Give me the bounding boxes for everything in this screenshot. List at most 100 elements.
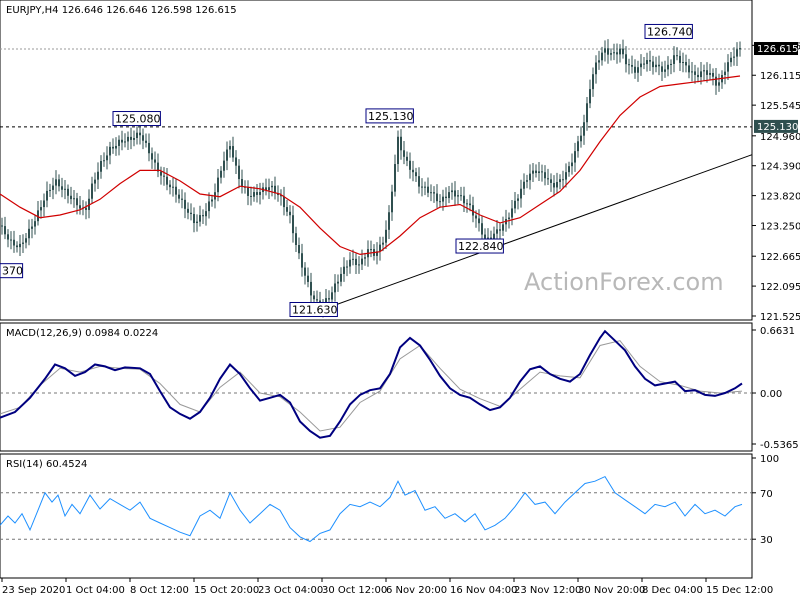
candle-body (136, 132, 138, 139)
candle-body (445, 196, 447, 199)
candle-body (112, 146, 114, 149)
macd-tick-label: 0.00 (760, 389, 782, 400)
x-tick-label: 16 Nov 04:00 (450, 585, 517, 596)
candle-body (589, 89, 591, 104)
price-annotation: 126.740 (647, 25, 693, 38)
candle-body (340, 273, 342, 282)
candle-body (241, 179, 243, 187)
candle-body (247, 187, 249, 196)
candle-body (331, 292, 333, 300)
candle-body (334, 283, 336, 293)
candle-body (109, 146, 111, 156)
candle-body (121, 139, 123, 143)
candle-body (697, 74, 699, 78)
candle-body (94, 179, 96, 184)
candle-body (343, 266, 345, 274)
candle-body (415, 172, 417, 177)
candle-body (679, 55, 681, 63)
candle-body (292, 215, 294, 234)
candle-body (712, 72, 714, 77)
candle-body (649, 60, 651, 62)
candle-body (463, 195, 465, 204)
candle-body (349, 259, 351, 267)
candle-body (169, 184, 171, 188)
eurjpy-chart: ActionForex.com 370 125.080 125.130 121.630… (0, 0, 800, 596)
price-tick-label: 125.545 (760, 101, 800, 112)
candle-body (328, 298, 330, 300)
candle-body (115, 145, 117, 149)
candle-body (454, 190, 456, 197)
candle-body (91, 183, 93, 199)
candle-body (229, 146, 231, 150)
candle-body (598, 60, 600, 63)
candle-body (484, 234, 486, 239)
candle-body (499, 229, 501, 231)
candle-body (124, 141, 126, 143)
candle-body (268, 187, 270, 191)
candle-body (346, 266, 348, 268)
candle-body (502, 224, 504, 231)
candle-body (586, 103, 588, 123)
candle-body (610, 53, 612, 55)
candle-body (256, 192, 258, 195)
candle-body (709, 72, 711, 75)
candle-body (481, 223, 483, 235)
candle-body (298, 245, 300, 254)
candle-body (718, 82, 720, 86)
candle-body (622, 48, 624, 55)
candle-body (655, 64, 657, 68)
candle-body (139, 132, 141, 136)
candle-body (34, 221, 36, 227)
price-tick-label: 122.095 (760, 282, 800, 293)
candle-body (736, 49, 738, 57)
candle-body (271, 185, 273, 188)
candle-body (385, 229, 387, 243)
candle-body (394, 164, 396, 192)
candle-body (355, 258, 357, 265)
candle-body (673, 55, 675, 64)
candle-body (631, 64, 633, 67)
candle-body (550, 179, 552, 183)
candle-body (541, 171, 543, 173)
candle-body (685, 62, 687, 66)
candle-body (22, 242, 24, 244)
candle-body (187, 208, 189, 213)
candle-body (676, 55, 678, 57)
candle-body (403, 150, 405, 157)
candle-body (166, 176, 168, 185)
candle-body (457, 195, 459, 197)
candle-body (52, 185, 54, 190)
candle-body (574, 151, 576, 163)
candle-body (40, 207, 42, 211)
candle-body (478, 218, 480, 224)
price-tag-label: 126.615 (757, 44, 798, 55)
candle-body (547, 178, 549, 180)
candle-body (79, 205, 81, 209)
candle-body (382, 242, 384, 245)
candle-body (727, 62, 729, 72)
candle-body (67, 188, 69, 196)
candle-body (145, 140, 147, 143)
candle-body (532, 170, 534, 174)
candle-body (580, 135, 582, 142)
price-tick-label: 122.665 (760, 252, 800, 263)
candle-body (304, 267, 306, 276)
candle-body (130, 136, 132, 140)
candle-body (703, 70, 705, 72)
candle-body (259, 191, 261, 195)
candle-body (556, 182, 558, 188)
candle-body (205, 211, 207, 217)
macd-header: MACD(12,26,9) 0.0984 0.0224 (6, 328, 158, 339)
candle-body (142, 135, 144, 141)
candle-body (283, 196, 285, 208)
candle-body (73, 198, 75, 200)
candle-body (196, 221, 198, 224)
candle-body (361, 258, 363, 265)
candle-body (427, 186, 429, 193)
candle-body (295, 233, 297, 246)
candle-body (538, 171, 540, 174)
candle-body (739, 48, 741, 50)
candle-body (46, 190, 48, 201)
candle-body (529, 173, 531, 181)
candle-body (178, 194, 180, 199)
